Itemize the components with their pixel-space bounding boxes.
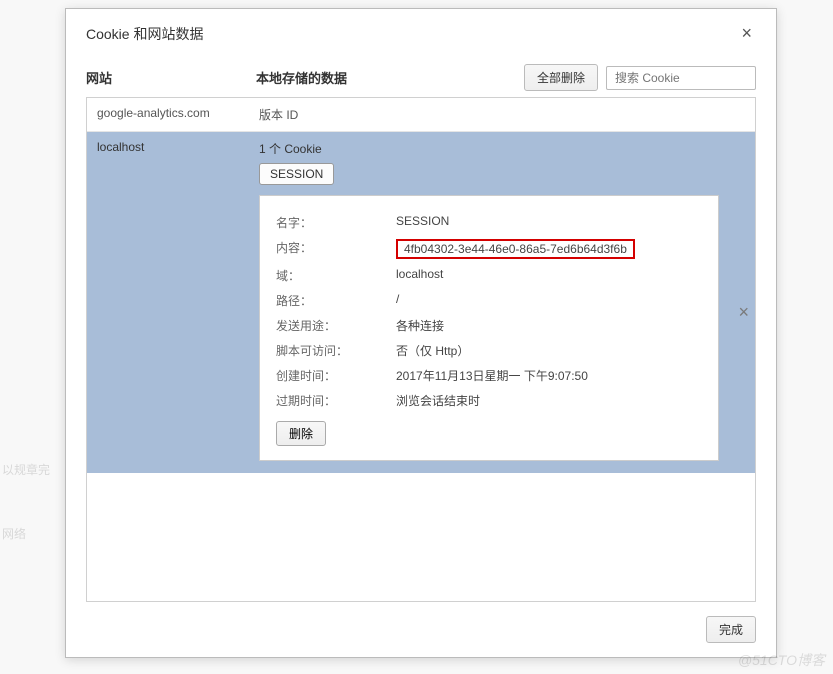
detail-script: 脚本可访问： 否（仅 Http） (276, 338, 702, 363)
column-data-header: 本地存储的数据 (256, 68, 524, 87)
detail-label: 过期时间： (276, 392, 396, 409)
detail-value: 4fb04302-3e44-46e0-86a5-7ed6b64d3f6b (396, 239, 702, 259)
detail-label: 脚本可访问： (276, 342, 396, 359)
cookie-chip[interactable]: SESSION (259, 163, 334, 185)
cookie-detail-panel: 名字： SESSION 内容： 4fb04302-3e44-46e0-86a5-… (259, 195, 719, 461)
selected-site-header[interactable]: localhost 1 个 Cookie (97, 140, 745, 157)
detail-label: 内容： (276, 239, 396, 256)
detail-value: 2017年11月13日星期一 下午9:07:50 (396, 367, 702, 384)
detail-content: 内容： 4fb04302-3e44-46e0-86a5-7ed6b64d3f6b (276, 235, 702, 263)
toolbar: 网站 本地存储的数据 全部删除 (66, 56, 776, 97)
cookie-dialog: Cookie 和网站数据 × 网站 本地存储的数据 全部删除 google-an… (65, 8, 777, 658)
close-icon[interactable]: × (737, 24, 756, 42)
background-text: 网络 (2, 525, 26, 542)
detail-value: SESSION (396, 214, 702, 228)
dialog-header: Cookie 和网站数据 × (66, 9, 776, 56)
site-row[interactable]: google-analytics.com 版本 ID (87, 98, 755, 132)
detail-name: 名字： SESSION (276, 210, 702, 235)
detail-label: 路径： (276, 292, 396, 309)
detail-value: / (396, 292, 702, 306)
done-button[interactable]: 完成 (706, 616, 756, 643)
detail-created: 创建时间： 2017年11月13日星期一 下午9:07:50 (276, 363, 702, 388)
content-highlight: 4fb04302-3e44-46e0-86a5-7ed6b64d3f6b (396, 239, 635, 259)
detail-send: 发送用途： 各种连接 (276, 313, 702, 338)
background-text: 以规章完 (2, 461, 50, 478)
detail-value: 否（仅 Http） (396, 342, 702, 359)
dialog-title: Cookie 和网站数据 (86, 24, 203, 44)
detail-value: localhost (396, 267, 702, 281)
detail-label: 发送用途： (276, 317, 396, 334)
search-input[interactable] (606, 66, 756, 90)
column-site-header: 网站 (86, 68, 256, 87)
detail-value: 浏览会话结束时 (396, 392, 702, 409)
detail-value: 各种连接 (396, 317, 702, 334)
site-name: localhost (97, 140, 259, 157)
detail-label: 名字： (276, 214, 396, 231)
detail-label: 域： (276, 267, 396, 284)
dialog-footer: 完成 (66, 602, 776, 657)
site-list: google-analytics.com 版本 ID localhost 1 个… (86, 97, 756, 602)
delete-row-icon[interactable]: × (738, 303, 749, 321)
delete-cookie-button[interactable]: 删除 (276, 421, 326, 446)
site-data-summary: 版本 ID (259, 106, 745, 123)
delete-all-button[interactable]: 全部删除 (524, 64, 598, 91)
site-name: google-analytics.com (97, 106, 259, 123)
selected-site-row: localhost 1 个 Cookie SESSION 名字： SESSION… (87, 132, 755, 473)
detail-path: 路径： / (276, 288, 702, 313)
site-data-summary: 1 个 Cookie (259, 140, 322, 157)
detail-domain: 域： localhost (276, 263, 702, 288)
detail-expires: 过期时间： 浏览会话结束时 (276, 388, 702, 413)
watermark: @51CTO博客 (738, 650, 825, 670)
detail-label: 创建时间： (276, 367, 396, 384)
